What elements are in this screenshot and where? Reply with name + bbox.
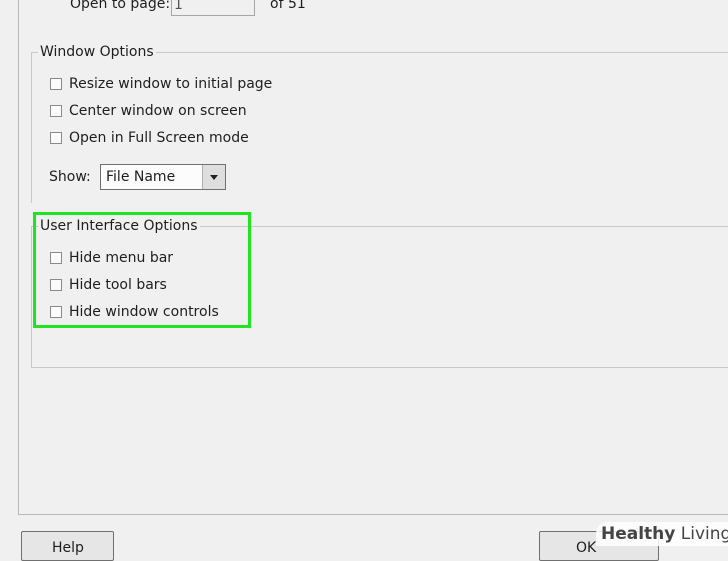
- checkbox-box[interactable]: [50, 105, 62, 117]
- checkbox-center-window[interactable]: Center window on screen: [50, 103, 247, 119]
- checkbox-full-screen[interactable]: Open in Full Screen mode: [50, 130, 249, 146]
- ui-options-legend: User Interface Options: [38, 218, 200, 234]
- watermark-brand: Healthy: [601, 524, 676, 544]
- watermark-text: Healthy Living: [601, 524, 728, 544]
- checkbox-label: Hide menu bar: [69, 250, 174, 266]
- checkbox-label: Resize window to initial page: [69, 76, 273, 92]
- checkbox-label: Open in Full Screen mode: [69, 130, 249, 146]
- checkbox-box[interactable]: [50, 306, 62, 318]
- ok-button-label: OK: [576, 540, 597, 556]
- show-select-value: File Name: [106, 169, 176, 185]
- checkbox-hide-tool-bars[interactable]: Hide tool bars: [50, 277, 167, 293]
- checkbox-hide-window-controls[interactable]: Hide window controls: [50, 304, 219, 320]
- healthy-living-watermark: Healthy Living: [596, 522, 728, 546]
- checkbox-resize-window[interactable]: Resize window to initial page: [50, 76, 272, 92]
- page-count-label: of 51: [270, 0, 306, 12]
- show-select[interactable]: File Name: [100, 164, 226, 190]
- open-to-page-value: 1: [174, 0, 183, 13]
- watermark-brand-suffix: Living: [675, 524, 728, 544]
- help-button[interactable]: Help: [21, 531, 114, 561]
- checkbox-box[interactable]: [50, 252, 62, 264]
- open-to-page-input[interactable]: 1: [171, 0, 255, 16]
- checkbox-box[interactable]: [50, 132, 62, 144]
- checkbox-label: Hide window controls: [69, 304, 219, 320]
- open-to-page-label: Open to page:: [70, 0, 171, 12]
- checkbox-label: Center window on screen: [69, 103, 247, 119]
- checkbox-hide-menu-bar[interactable]: Hide menu bar: [50, 250, 173, 266]
- help-button-label: Help: [52, 540, 84, 556]
- chevron-down-icon[interactable]: [202, 165, 225, 189]
- window-options-legend: Window Options: [38, 44, 156, 60]
- checkbox-box[interactable]: [50, 279, 62, 291]
- checkbox-label: Hide tool bars: [69, 277, 167, 293]
- show-label: Show:: [49, 169, 91, 185]
- checkbox-box[interactable]: [50, 78, 62, 90]
